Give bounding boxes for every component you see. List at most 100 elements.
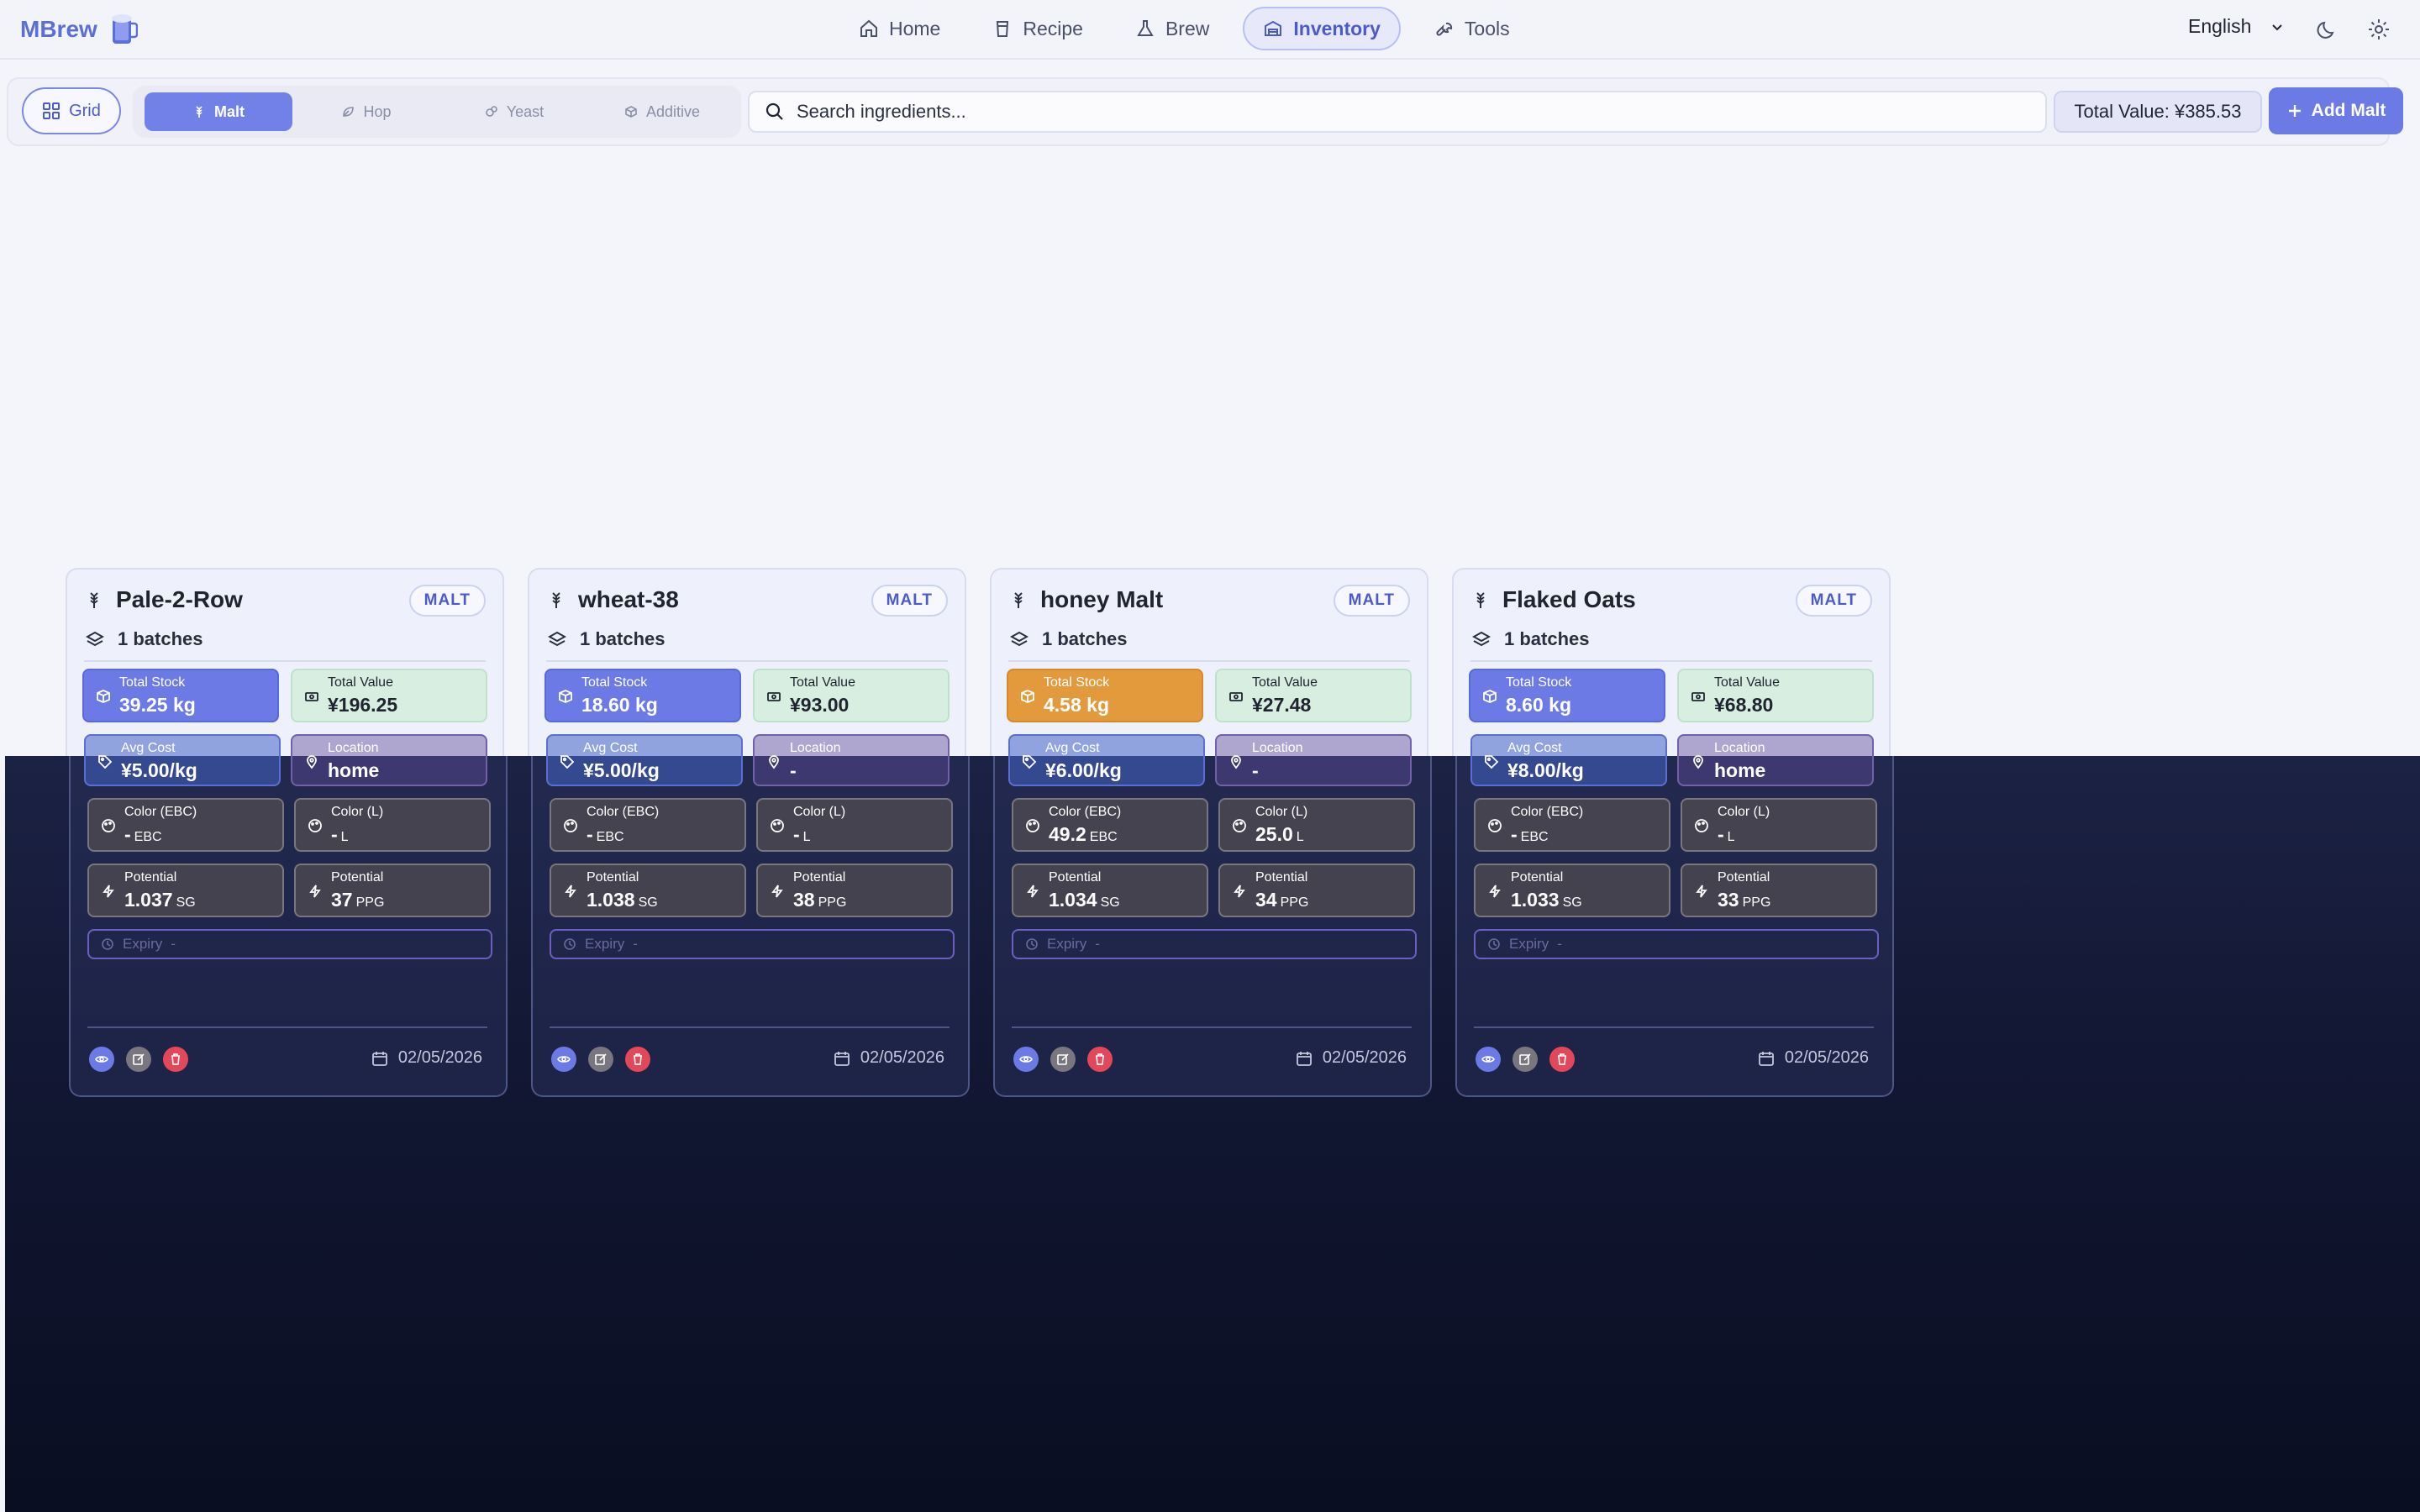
package-icon [97, 690, 110, 703]
view-button[interactable] [551, 1047, 576, 1072]
brand[interactable]: MBrew [20, 12, 138, 47]
location-tile: Location - [1215, 734, 1412, 786]
total-value-label: Total Value [328, 675, 393, 690]
grid-view-label: Grid [69, 101, 101, 120]
eye-icon [95, 1056, 108, 1063]
location-tile: Location home [291, 734, 487, 786]
gear-icon[interactable] [2366, 17, 2391, 42]
tab-yeast-label: Yeast [506, 102, 544, 120]
batches-count: 1 batches [86, 628, 203, 650]
nav-inventory[interactable]: Inventory [1243, 7, 1401, 50]
color-l-label: Color (L) [793, 805, 846, 819]
location-value: - [790, 759, 797, 781]
tab-malt[interactable]: Malt [145, 92, 292, 131]
type-badge: MALT [871, 585, 948, 617]
expiry-label: Expiry [1509, 936, 1549, 952]
delete-button[interactable] [163, 1047, 188, 1072]
tag-icon [560, 755, 575, 769]
total-value-badge: Total Value: ¥385.53 [2054, 91, 2262, 133]
banknote-icon [767, 692, 781, 701]
nav-home[interactable]: Home [840, 7, 959, 50]
ingredient-card-3[interactable]: honey Malt MALT 1 batches Total Stock 4.… [990, 568, 1432, 1097]
tab-hop[interactable]: Hop [292, 92, 440, 131]
map-pin-icon [769, 755, 779, 769]
date-added: 02/05/2026 [834, 1048, 944, 1068]
lightning-icon [1489, 885, 1501, 898]
ingredient-card-1[interactable]: Pale-2-Row MALT 1 batches Total Stock 39… [66, 568, 508, 1097]
potential-sg-label: Potential [1511, 870, 1564, 885]
color-l-label: Color (L) [331, 805, 384, 819]
search-icon [765, 102, 783, 120]
edit-button[interactable] [588, 1047, 613, 1072]
delete-button[interactable] [1549, 1047, 1575, 1072]
add-malt-label: Add Malt [2311, 101, 2386, 120]
potential-sg-value: 1.038 [587, 889, 635, 911]
tab-additive[interactable]: Additive [588, 92, 736, 131]
nav-recipe[interactable]: Recipe [974, 7, 1102, 50]
potential-ppg-label: Potential [793, 870, 846, 885]
color-ebc-value: - [1511, 823, 1518, 845]
lightning-icon [1234, 885, 1245, 898]
avg-cost-tile: Avg Cost ¥5.00/kg [546, 734, 743, 786]
palette-icon [1695, 819, 1708, 832]
type-badge: MALT [408, 585, 486, 617]
color-l-value: - [1718, 823, 1724, 845]
color-l-value: 25.0 [1255, 823, 1293, 845]
tab-yeast[interactable]: Yeast [440, 92, 588, 131]
edit-icon [1519, 1053, 1531, 1065]
delete-button[interactable] [625, 1047, 650, 1072]
trash-icon [1096, 1053, 1104, 1065]
color-ebc-reading: - EBC [1511, 823, 1549, 846]
total-stock-label: Total Stock [581, 675, 648, 690]
language-select[interactable]: English [2188, 15, 2285, 38]
potential-ppg-value: 38 [793, 889, 815, 911]
potential-ppg-label: Potential [331, 870, 384, 885]
palette-icon [308, 819, 322, 832]
add-malt-button[interactable]: Add Malt [2269, 87, 2403, 134]
potential-ppg-tile: Potential 38 PPG [756, 864, 953, 917]
color-ebc-unit: EBC [134, 830, 162, 844]
main-nav: Home Recipe Brew Inventory Tools [840, 7, 1528, 50]
search-input[interactable] [797, 101, 1973, 123]
moon-icon[interactable] [2316, 18, 2339, 41]
lightning-icon [103, 885, 114, 898]
edit-button[interactable] [1050, 1047, 1076, 1072]
delete-button[interactable] [1087, 1047, 1113, 1072]
grid-view-button[interactable]: Grid [22, 87, 121, 134]
color-l-reading: -L [793, 823, 811, 846]
calendar-icon [371, 1051, 387, 1066]
wheat-icon [196, 106, 203, 118]
view-button[interactable] [1476, 1047, 1501, 1072]
grid-icon [43, 102, 60, 119]
divider [1008, 660, 1410, 662]
edit-button[interactable] [126, 1047, 151, 1072]
color-ebc-reading: 49.2 EBC [1049, 823, 1118, 846]
total-stock-value: 39.25 kg [119, 694, 196, 716]
total-stock-tile: Total Stock 4.58 kg [1007, 669, 1203, 722]
layers-icon [1472, 631, 1491, 647]
total-stock-tile: Total Stock 18.60 kg [544, 669, 741, 722]
color-l-tile: Color (L) -L [294, 798, 491, 852]
batches-label: 1 batches [580, 628, 666, 649]
date-added: 02/05/2026 [1296, 1048, 1407, 1068]
nav-tools-label: Tools [1464, 17, 1510, 39]
potential-sg-tile: Potential 1.034 SG [1012, 864, 1208, 917]
view-button[interactable] [89, 1047, 114, 1072]
avg-cost-value: ¥5.00/kg [583, 759, 660, 781]
avg-cost-label: Avg Cost [1507, 741, 1562, 755]
wheat-icon [552, 592, 560, 608]
potential-sg-unit: SG [638, 895, 658, 910]
expiry-field: Expiry - [87, 929, 492, 959]
color-ebc-label: Color (EBC) [124, 805, 197, 819]
ingredient-card-4[interactable]: Flaked Oats MALT 1 batches Total Stock 8… [1452, 568, 1894, 1097]
nav-brew[interactable]: Brew [1117, 7, 1228, 50]
nav-tools[interactable]: Tools [1416, 7, 1528, 50]
edit-button[interactable] [1512, 1047, 1538, 1072]
expiry-label: Expiry [1047, 936, 1087, 952]
layers-icon [548, 631, 566, 647]
view-button[interactable] [1013, 1047, 1039, 1072]
card-name: wheat-38 [578, 586, 679, 612]
potential-ppg-label: Potential [1718, 870, 1770, 885]
ingredient-card-2[interactable]: wheat-38 MALT 1 batches Total Stock 18.6… [528, 568, 970, 1097]
cup-icon [997, 21, 1009, 37]
